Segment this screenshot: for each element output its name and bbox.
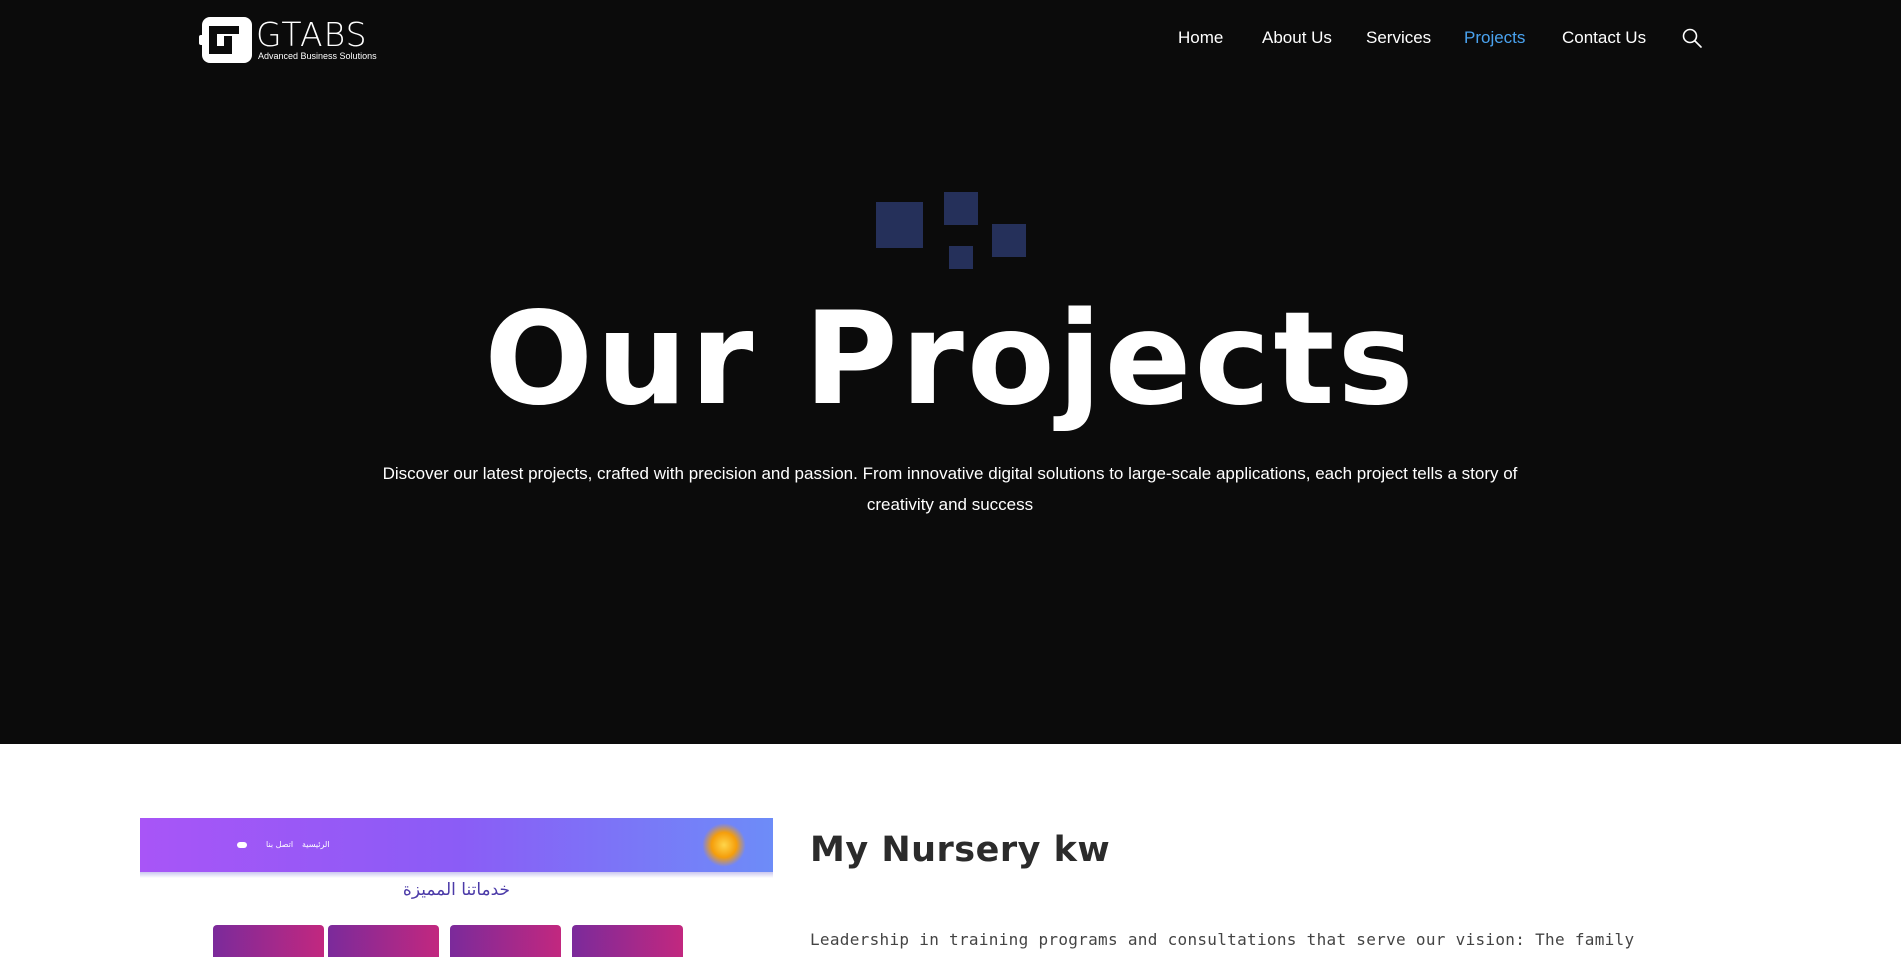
hero-description: Discover our latest projects, crafted wi… <box>382 464 1518 514</box>
search-icon[interactable] <box>1681 27 1703 49</box>
decor-square <box>992 224 1026 257</box>
project-preview-image[interactable]: اتصل بنا الرئيسية خدماتنا المميزة <box>140 818 773 957</box>
site-header: GTABS Advanced Business Solutions Home A… <box>0 0 1901 80</box>
logo-text: GTABS Advanced Business Solutions <box>256 15 377 61</box>
preview-logo-icon <box>702 823 746 867</box>
preview-card <box>213 925 324 957</box>
preview-card <box>450 925 561 957</box>
hero-section: Our Projects Discover our latest project… <box>0 80 1901 744</box>
page-title: Our Projects <box>484 285 1417 434</box>
preview-heading: خدماتنا المميزة <box>402 880 511 900</box>
logo-name: GTABS <box>256 15 368 54</box>
project-description: Leadership in training programs and cons… <box>810 930 1635 949</box>
decor-square <box>944 192 978 225</box>
nav-projects[interactable]: Projects <box>1464 28 1525 48</box>
preview-toggle-icon <box>237 842 247 848</box>
preview-nav-item: اتصل بنا <box>266 840 294 849</box>
nav-services[interactable]: Services <box>1366 28 1431 48</box>
preview-header-bar: اتصل بنا الرئيسية <box>140 818 773 872</box>
logo-tagline: Advanced Business Solutions <box>258 51 377 61</box>
preview-card <box>328 925 439 957</box>
decor-square <box>876 202 923 248</box>
preview-divider <box>140 872 773 878</box>
nav-contact-us[interactable]: Contact Us <box>1562 28 1646 48</box>
decor-square <box>949 246 973 269</box>
logo-mark-icon <box>199 17 252 63</box>
nav-home[interactable]: Home <box>1178 28 1223 48</box>
project-title: My Nursery kw <box>810 830 1111 870</box>
preview-nav-item: الرئيسية <box>302 840 330 849</box>
preview-card <box>572 925 683 957</box>
nav-about-us[interactable]: About Us <box>1262 28 1332 48</box>
site-logo[interactable]: GTABS Advanced Business Solutions <box>199 15 377 64</box>
